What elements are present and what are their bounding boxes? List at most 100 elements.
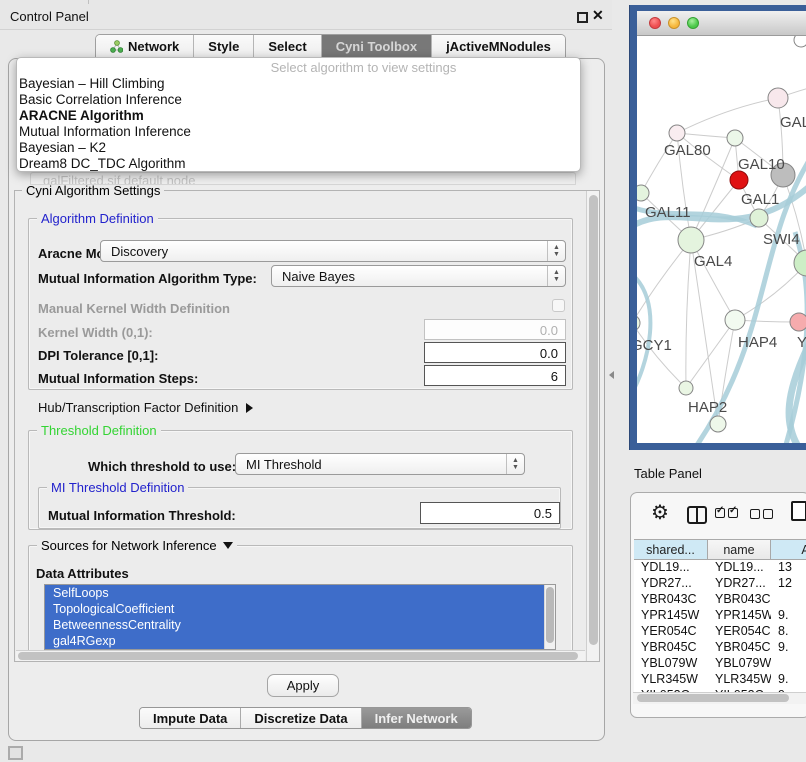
which-threshold-label: Which threshold to use: [88, 459, 236, 474]
algorithm-option-bayesian-hill-climbing[interactable]: Bayesian – Hill Climbing [17, 76, 580, 92]
tab-network[interactable]: Network [96, 35, 194, 58]
network-node[interactable] [768, 88, 788, 108]
tab-impute-data[interactable]: Impute Data [140, 708, 241, 728]
data-attributes-list[interactable]: SelfLoopsTopologicalCoefficientBetweenne… [44, 584, 556, 650]
table-row[interactable]: YDL19...YDL19...13 [634, 560, 806, 576]
table-row[interactable]: YLR345WYLR345W9. [634, 672, 806, 688]
network-edge[interactable] [686, 320, 735, 388]
select-all-icon[interactable] [715, 508, 738, 518]
tab-label: Select [268, 39, 306, 54]
kernel-width-label: Kernel Width (0,1): [38, 325, 153, 340]
network-edge[interactable] [677, 98, 778, 133]
network-node-label-hap4: HAP4 [738, 334, 777, 351]
algorithm-option-dream8-dc-tdc-algorithm[interactable]: Dream8 DC_TDC Algorithm [17, 156, 580, 172]
mi-threshold-field[interactable]: 0.5 [420, 502, 560, 524]
algorithm-option-bayesian-k2[interactable]: Bayesian – K2 [17, 140, 580, 156]
tab-jactivemnodules[interactable]: jActiveMNodules [432, 35, 565, 58]
table-cell: YBR045C [708, 640, 771, 656]
column-header-a[interactable]: A [771, 540, 806, 560]
column-header-name[interactable]: name [708, 540, 771, 560]
settings-horizontal-scrollbar[interactable] [16, 650, 585, 661]
hidden-table-combo: galFiltered.sif default node [30, 172, 576, 185]
attribute-item-selfloops[interactable]: SelfLoops [45, 585, 544, 601]
attribute-item-topologicalcoefficient[interactable]: TopologicalCoefficient [45, 601, 544, 617]
mi-type-value: Naive Bayes [272, 269, 547, 284]
mi-steps-label: Mutual Information Steps: [38, 371, 198, 386]
which-threshold-select[interactable]: MI Threshold ▲▼ [235, 453, 525, 475]
settings-gear-icon[interactable]: ⚙ [651, 500, 669, 525]
panel-grip-icon[interactable] [8, 746, 23, 760]
mi-steps-field[interactable]: 6 [424, 365, 566, 386]
algorithm-dropdown-items: Bayesian – Hill ClimbingBasic Correlatio… [17, 76, 580, 172]
network-node[interactable] [727, 130, 743, 146]
network-node[interactable] [790, 313, 806, 331]
network-node[interactable] [637, 185, 649, 201]
aracne-mode-select[interactable]: Discovery ▲▼ [100, 240, 566, 262]
mi-type-select[interactable]: Naive Bayes ▲▼ [271, 265, 566, 287]
top-divider [88, 0, 89, 4]
network-node[interactable] [678, 227, 704, 253]
column-selector-icon[interactable] [687, 506, 707, 524]
float-panel-icon[interactable] [577, 12, 588, 23]
sources-group-label[interactable]: Sources for Network Inference [37, 538, 237, 553]
algorithm-option-basic-correlation-inference[interactable]: Basic Correlation Inference [17, 92, 580, 108]
apply-button[interactable]: Apply [267, 674, 339, 697]
network-edge[interactable] [735, 263, 806, 320]
tab-style[interactable]: Style [194, 35, 254, 58]
network-node[interactable] [637, 315, 640, 331]
control-panel-tabbar: Network Style Select Cyni ToolboxjActiveMNo… [95, 34, 566, 58]
kernel-width-field: 0.0 [424, 319, 566, 340]
splitter-collapse-icon[interactable] [609, 371, 614, 379]
network-node[interactable] [679, 381, 693, 395]
window-zoom-icon[interactable] [687, 17, 699, 29]
network-node[interactable] [794, 36, 806, 47]
tab-cyni-toolbox[interactable]: Cyni Toolbox [322, 35, 432, 58]
algorithm-option-mutual-information-inference[interactable]: Mutual Information Inference [17, 124, 580, 140]
table-horizontal-scrollbar[interactable] [633, 692, 806, 704]
tab-infer-network[interactable]: Infer Network [362, 708, 471, 728]
network-node[interactable] [750, 209, 768, 227]
network-edge[interactable] [691, 240, 735, 320]
network-node[interactable] [669, 125, 685, 141]
network-node-label-swi4: SWI4 [763, 231, 800, 248]
network-edge[interactable] [677, 133, 735, 138]
table-panel: ⚙ shared...nameA YDL19...YDL19...13YDR27… [630, 492, 806, 718]
algorithm-option-aracne-algorithm[interactable]: ARACNE Algorithm [17, 108, 580, 124]
tab-select[interactable]: Select [254, 35, 321, 58]
dpi-tolerance-field[interactable]: 0.0 [424, 342, 566, 363]
column-header-shared[interactable]: shared... [634, 540, 708, 560]
network-window-titlebar[interactable] [637, 11, 806, 36]
manual-kernel-checkbox[interactable] [552, 299, 565, 312]
network-view-window[interactable]: GAL7GAL80GAL10GAL1GAL11SWI4GAL4HAP4YGCY1… [630, 5, 806, 450]
tab-label: Style [208, 39, 239, 54]
network-node[interactable] [730, 171, 748, 189]
tab-discretize-data[interactable]: Discretize Data [241, 708, 361, 728]
algorithm-dropdown-list: Select algorithm to view settings Bayesi… [16, 57, 581, 172]
network-edge[interactable] [637, 240, 691, 323]
window-close-icon[interactable] [649, 17, 661, 29]
network-edge[interactable] [686, 240, 691, 388]
table-row[interactable]: YER054CYER054C8. [634, 624, 806, 640]
deselect-all-icon[interactable] [750, 509, 773, 519]
table-row[interactable]: YBR045CYBR045C9. [634, 640, 806, 656]
network-node[interactable] [725, 310, 745, 330]
attributes-scrollbar[interactable] [544, 585, 555, 649]
hub-definition-expander[interactable]: Hub/Transcription Factor Definition [38, 400, 253, 415]
table-row[interactable]: YBL079WYBL079W [634, 656, 806, 672]
attribute-item-gal4rgexp[interactable]: gal4RGexp [45, 633, 544, 649]
attribute-item-betweennesscentrality[interactable]: BetweennessCentrality [45, 617, 544, 633]
which-threshold-value: MI Threshold [236, 457, 506, 472]
network-edge-highlighted[interactable] [637, 272, 650, 398]
table-row[interactable]: YBR043CYBR043C [634, 592, 806, 608]
table-row[interactable]: YPR145WYPR145W9. [634, 608, 806, 624]
close-icon[interactable]: ✕ [592, 7, 604, 24]
settings-vertical-scrollbar[interactable] [586, 191, 599, 661]
table-cell [771, 656, 806, 672]
network-node[interactable] [794, 250, 806, 276]
algorithm-definition-label: Algorithm Definition [37, 211, 158, 226]
window-minimize-icon[interactable] [668, 17, 680, 29]
table-row[interactable]: YDR27...YDR27...12 [634, 576, 806, 592]
network-node[interactable] [710, 416, 726, 432]
network-canvas[interactable]: GAL7GAL80GAL10GAL1GAL11SWI4GAL4HAP4YGCY1… [637, 36, 806, 443]
export-table-icon[interactable] [791, 501, 806, 521]
